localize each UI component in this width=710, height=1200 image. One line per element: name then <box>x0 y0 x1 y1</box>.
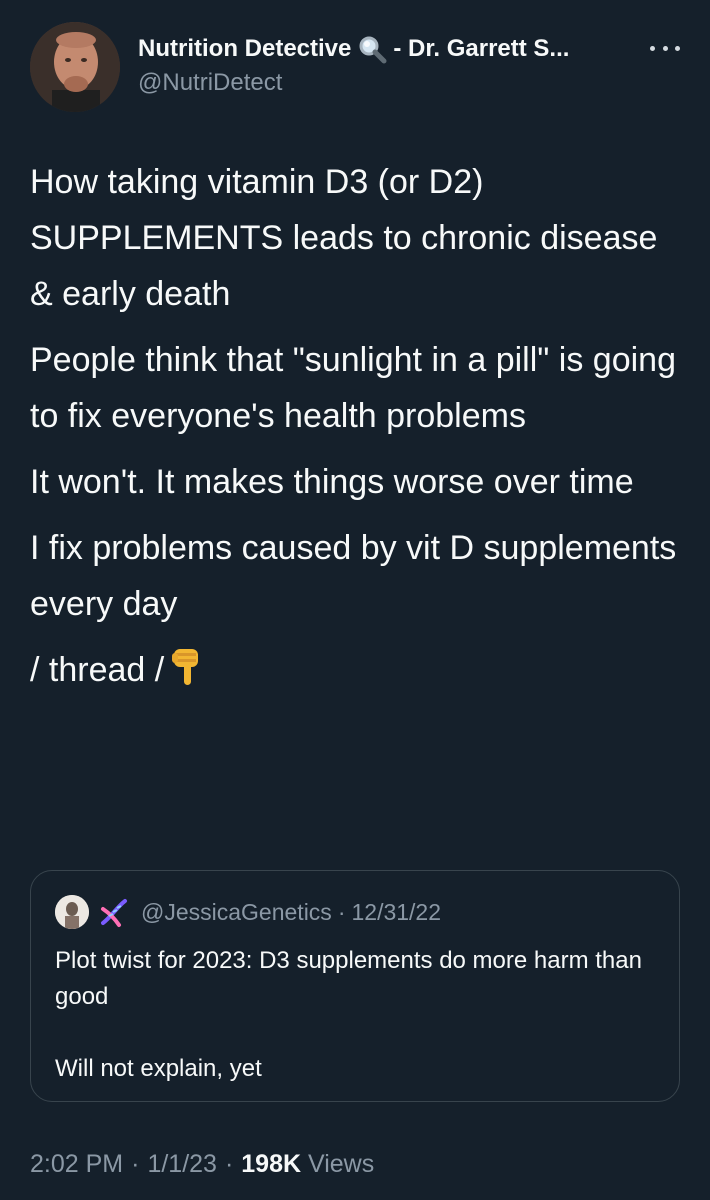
thread-label: / thread / <box>30 651 165 689</box>
quoted-tweet-header: @JessicaGenetics · 12/31/22 <box>55 895 441 929</box>
more-icon[interactable] <box>650 38 680 58</box>
tweet-meta: 2:02 PM · 1/1/23 · 198K Views <box>30 1146 374 1182</box>
tweet-time[interactable]: 2:02 PM <box>30 1150 123 1178</box>
tweet-header: Nutrition Detective - Dr. Garrett S... @… <box>30 22 680 116</box>
tweet-paragraph: How taking vitamin D3 (or D2) SUPPLEMENT… <box>30 163 658 313</box>
tweet-paragraph: It won't. It makes things worse over tim… <box>30 463 634 501</box>
avatar-photo <box>30 22 120 112</box>
display-name-suffix[interactable]: - Dr. Garrett S... <box>393 34 569 64</box>
quoted-text-line: Will not explain, yet <box>55 1055 262 1082</box>
quoted-tweet[interactable]: @JessicaGenetics · 12/31/22 Plot twist f… <box>30 870 680 1102</box>
tweet-paragraph: People think that "sunlight in a pill" i… <box>30 341 676 435</box>
quoted-avatar <box>55 895 89 929</box>
tweet-paragraph: I fix problems caused by vit D supplemen… <box>30 529 677 623</box>
meta-separator: · <box>224 1150 234 1178</box>
pointing-down-icon <box>172 649 199 685</box>
author-handle[interactable]: @NutriDetect <box>138 68 648 98</box>
author-names: Nutrition Detective - Dr. Garrett S... @… <box>138 34 648 98</box>
display-name-row[interactable]: Nutrition Detective - Dr. Garrett S... <box>138 34 648 64</box>
views-label[interactable]: Views <box>308 1150 374 1178</box>
views-count[interactable]: 198K <box>241 1150 301 1178</box>
quoted-text-line: Plot twist for 2023: D3 supplements do m… <box>55 947 642 1010</box>
display-name[interactable]: Nutrition Detective <box>138 34 351 64</box>
magnifier-icon <box>359 36 387 64</box>
quoted-handle: @JessicaGenetics <box>141 898 332 925</box>
quoted-text: Plot twist for 2023: D3 supplements do m… <box>55 943 655 1087</box>
tweet-body: How taking vitamin D3 (or D2) SUPPLEMENT… <box>30 154 680 708</box>
avatar[interactable] <box>30 22 120 112</box>
tweet-paragraph-thread: / thread / <box>30 642 680 698</box>
quoted-date: 12/31/22 <box>351 898 442 925</box>
dna-icon <box>101 899 127 927</box>
meta-separator: · <box>131 1150 140 1178</box>
tweet: Nutrition Detective - Dr. Garrett S... @… <box>0 0 710 1200</box>
quoted-separator: · <box>337 898 346 925</box>
tweet-date[interactable]: 1/1/23 <box>147 1150 217 1178</box>
